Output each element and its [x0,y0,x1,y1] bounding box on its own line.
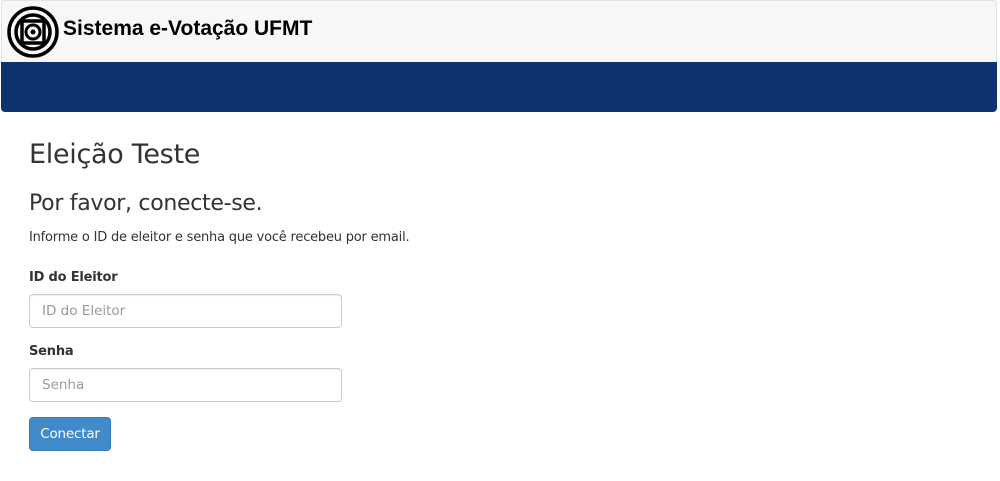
voter-id-input[interactable] [29,294,342,328]
top-header: Sistema e-Votação UFMT [1,0,997,62]
password-input[interactable] [29,368,342,402]
brand-title[interactable]: Sistema e-Votação UFMT [63,17,312,41]
election-title: Eleição Teste [29,139,201,170]
voter-id-label: ID do Eleitor [29,270,118,285]
password-label: Senha [29,344,74,359]
ufmt-logo-icon [7,6,59,58]
connect-button[interactable]: Conectar [29,417,111,451]
login-heading: Por favor, conecte-se. [29,191,263,216]
login-instructions: Informe o ID de eleitor e senha que você… [29,230,410,245]
main-navbar [1,62,997,112]
